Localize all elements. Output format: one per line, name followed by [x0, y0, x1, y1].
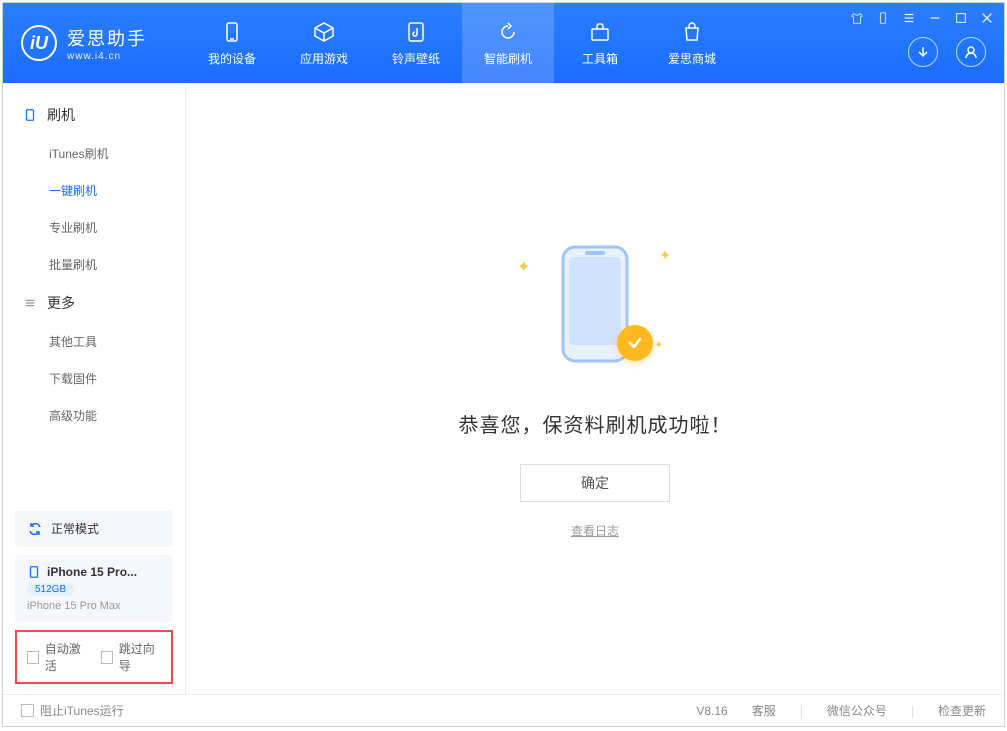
window-controls — [850, 11, 994, 25]
sidebar-item-download-fw[interactable]: 下载固件 — [3, 360, 185, 397]
separator: | — [800, 704, 803, 718]
checkbox-auto-activate[interactable]: 自动激活 — [27, 640, 87, 674]
user-icon — [963, 44, 979, 60]
group-label: 刷机 — [47, 105, 75, 125]
checkbox-block-itunes[interactable]: 阻止iTunes运行 — [21, 702, 124, 719]
version-label: V8.16 — [696, 704, 727, 718]
minimize-icon[interactable] — [928, 11, 942, 25]
header: iU 爱思助手 www.i4.cn 我的设备 应用游戏 铃声壁纸 智能刷机 — [3, 3, 1004, 83]
nav-my-device[interactable]: 我的设备 — [186, 3, 278, 83]
group-label: 更多 — [47, 293, 75, 313]
nav-label: 爱思商城 — [668, 50, 716, 67]
sidebar-item-other-tools[interactable]: 其他工具 — [3, 323, 185, 360]
nav-store[interactable]: 爱思商城 — [646, 3, 738, 83]
footer-link-support[interactable]: 客服 — [752, 702, 776, 719]
more-icon — [23, 296, 37, 310]
phone-outline-icon — [27, 565, 41, 579]
sparkle-icon: ✦ — [659, 247, 671, 264]
sidebar: 刷机 iTunes刷机 一键刷机 专业刷机 批量刷机 更多 其他工具 下载固件 … — [3, 83, 186, 694]
nav-apps[interactable]: 应用游戏 — [278, 3, 370, 83]
close-icon[interactable] — [980, 11, 994, 25]
highlight-options: 自动激活 跳过向导 — [15, 630, 173, 684]
checkbox-icon — [27, 651, 39, 664]
nav-label: 智能刷机 — [484, 50, 532, 67]
bag-icon — [680, 20, 704, 44]
download-icon — [915, 44, 931, 60]
maximize-icon[interactable] — [954, 11, 968, 25]
download-button[interactable] — [908, 37, 938, 67]
mode-label: 正常模式 — [51, 520, 99, 537]
device-mode[interactable]: 正常模式 — [15, 510, 173, 547]
sidebar-item-itunes-flash[interactable]: iTunes刷机 — [3, 135, 185, 172]
nav-label: 我的设备 — [208, 50, 256, 67]
ok-button[interactable]: 确定 — [520, 464, 670, 502]
sidebar-group-flash: 刷机 — [3, 95, 185, 135]
user-button[interactable] — [956, 37, 986, 67]
success-illustration: ✦ ✦ ✦ — [525, 239, 665, 379]
checkbox-icon — [101, 651, 113, 664]
refresh-icon — [496, 20, 520, 44]
checkbox-label: 跳过向导 — [119, 640, 161, 674]
device-model: iPhone 15 Pro Max — [27, 600, 161, 612]
sidebar-item-oneclick-flash[interactable]: 一键刷机 — [3, 172, 185, 209]
logo-area: iU 爱思助手 www.i4.cn — [3, 25, 186, 62]
sidebar-item-pro-flash[interactable]: 专业刷机 — [3, 209, 185, 246]
footer: 阻止iTunes运行 V8.16 客服 | 微信公众号 | 检查更新 — [3, 694, 1004, 726]
device-name-text: iPhone 15 Pro... — [47, 565, 137, 579]
device-storage: 512GB — [27, 583, 74, 596]
logo-icon: iU — [21, 25, 57, 61]
sync-icon — [27, 521, 43, 537]
separator: | — [911, 704, 914, 718]
menu-icon[interactable] — [902, 11, 916, 25]
checkbox-icon — [21, 704, 34, 717]
success-message: 恭喜您，保资料刷机成功啦！ — [459, 409, 732, 438]
device-icon — [220, 20, 244, 44]
sidebar-item-batch-flash[interactable]: 批量刷机 — [3, 246, 185, 283]
nav-label: 铃声壁纸 — [392, 50, 440, 67]
main-content: ✦ ✦ ✦ 恭喜您，保资料刷机成功啦！ 确定 查看日志 — [186, 83, 1004, 694]
sidebar-item-advanced[interactable]: 高级功能 — [3, 397, 185, 434]
nav: 我的设备 应用游戏 铃声壁纸 智能刷机 工具箱 爱思商城 — [186, 3, 738, 83]
checkbox-label: 自动激活 — [45, 640, 87, 674]
nav-ringtone[interactable]: 铃声壁纸 — [370, 3, 462, 83]
shirt-icon[interactable] — [850, 11, 864, 25]
phone-small-icon — [23, 108, 37, 122]
nav-toolbox[interactable]: 工具箱 — [554, 3, 646, 83]
nav-label: 应用游戏 — [300, 50, 348, 67]
sparkle-icon: ✦ — [517, 257, 530, 277]
footer-link-update[interactable]: 检查更新 — [938, 702, 986, 719]
view-log-link[interactable]: 查看日志 — [571, 522, 619, 539]
sparkle-icon: ✦ — [655, 340, 663, 351]
cube-icon — [312, 20, 336, 44]
checkbox-skip-wizard[interactable]: 跳过向导 — [101, 640, 161, 674]
success-badge-icon — [617, 325, 653, 361]
nav-flash[interactable]: 智能刷机 — [462, 3, 554, 83]
app-title: 爱思助手 — [67, 25, 147, 51]
toolbox-icon — [588, 20, 612, 44]
footer-link-wechat[interactable]: 微信公众号 — [827, 702, 887, 719]
sidebar-group-more: 更多 — [3, 283, 185, 323]
app-subtitle: www.i4.cn — [67, 51, 147, 62]
music-icon — [404, 20, 428, 44]
phone-icon[interactable] — [876, 11, 890, 25]
checkbox-label: 阻止iTunes运行 — [40, 702, 124, 719]
device-card[interactable]: iPhone 15 Pro... 512GB iPhone 15 Pro Max — [15, 555, 173, 622]
nav-label: 工具箱 — [582, 50, 618, 67]
